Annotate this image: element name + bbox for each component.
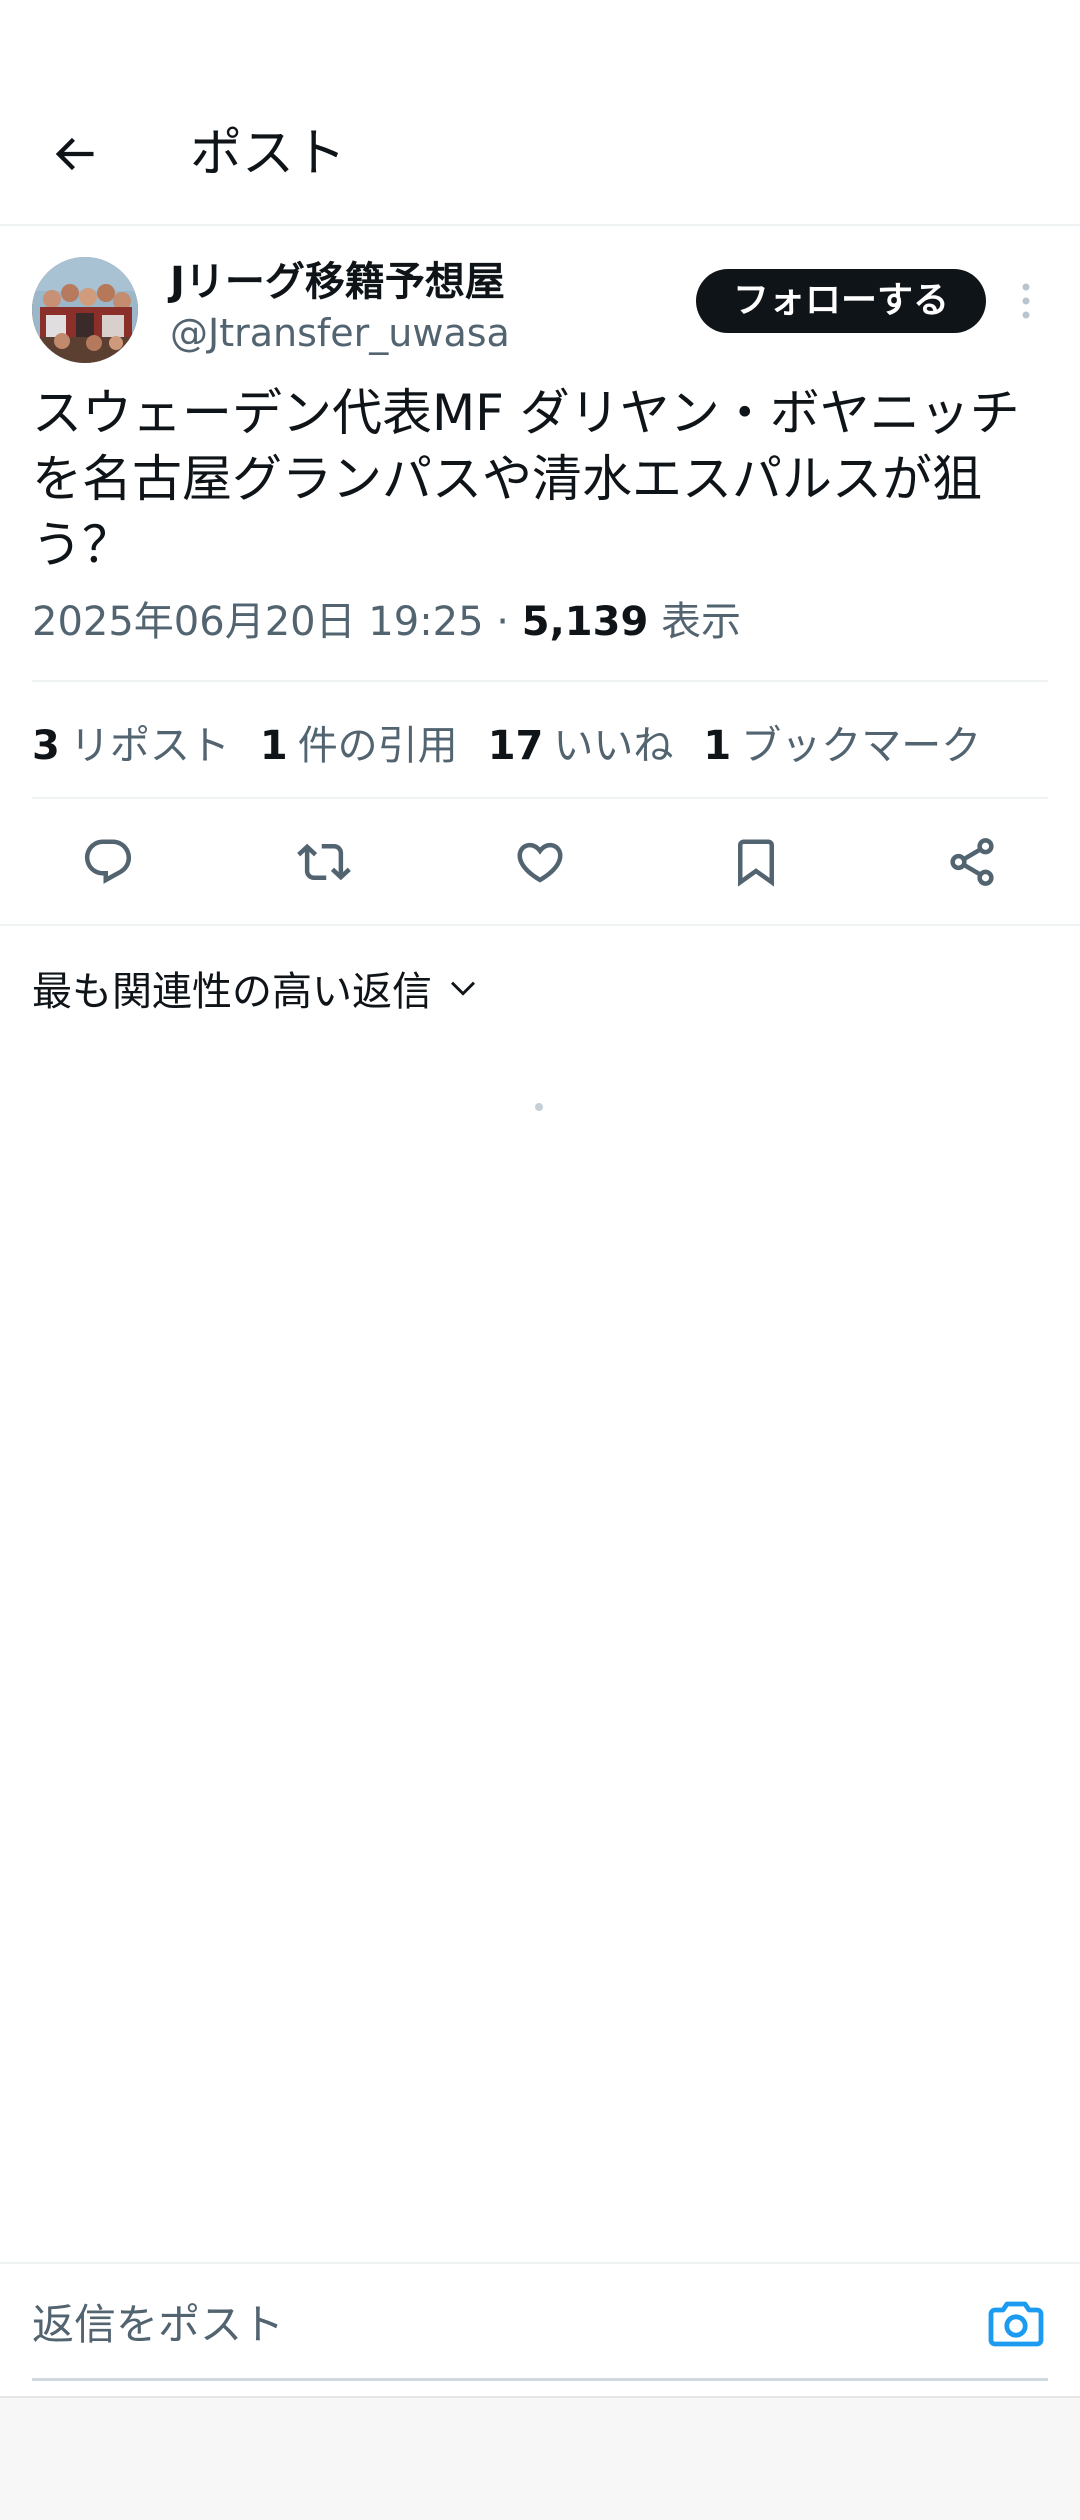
page-title: ポスト	[190, 124, 347, 184]
avatar-image	[32, 257, 138, 363]
camera-button[interactable]	[984, 2294, 1048, 2354]
divider	[0, 924, 1080, 926]
top-app-bar: ポスト	[0, 0, 1080, 226]
post-timestamp[interactable]: 2025年06月20日 19:25	[32, 599, 484, 645]
more-options-button[interactable]	[1006, 280, 1046, 322]
replies-sort-dropdown[interactable]: 最も関連性の高い返信	[32, 958, 480, 1018]
stat-likes[interactable]: 17 いいね	[488, 713, 674, 771]
system-navigation-bar	[0, 2396, 1080, 2520]
reply-button[interactable]	[78, 832, 138, 892]
follow-button[interactable]: フォローする	[696, 269, 986, 333]
repost-icon	[297, 843, 351, 881]
share-icon	[950, 838, 994, 886]
composer-underline	[32, 2378, 1048, 2381]
reply-input[interactable]	[32, 2292, 952, 2356]
loading-indicator	[535, 1103, 543, 1111]
post-detail-screen: ポスト Jリーグ移籍予想屋 @Jtransfer_uwasa フォローする スウ…	[0, 0, 1080, 2520]
reply-icon	[84, 839, 132, 884]
meta-separator: ·	[483, 599, 522, 645]
bookmark-icon	[738, 839, 774, 887]
post-text: スウェーデン代表MF ダリヤン・ボヤニッチを名古屋グランパスや清水エスパルスが狙…	[32, 384, 1020, 574]
divider	[32, 797, 1048, 799]
post-meta: 2025年06月20日 19:25 · 5,139 表示	[32, 592, 741, 652]
divider	[32, 680, 1048, 682]
more-vertical-icon	[1022, 283, 1030, 319]
stat-reposts[interactable]: 3 リポスト	[32, 713, 230, 771]
chevron-down-icon	[451, 981, 475, 996]
replies-sort-label: 最も関連性の高い返信	[32, 969, 432, 1015]
engagement-stats: 3 リポスト 1 件の引用 17 いいね 1 ブックマーク	[32, 712, 981, 772]
author-handle[interactable]: @Jtransfer_uwasa	[170, 306, 510, 360]
camera-icon	[988, 2301, 1044, 2347]
share-button[interactable]	[942, 832, 1002, 892]
arrow-left-icon	[55, 137, 94, 171]
author-avatar[interactable]	[32, 257, 138, 363]
author-display-name[interactable]: Jリーグ移籍予想屋	[170, 254, 505, 310]
repost-button[interactable]	[294, 832, 354, 892]
like-icon	[517, 842, 563, 883]
stat-bookmarks[interactable]: 1 ブックマーク	[703, 713, 981, 771]
views-count: 5,139	[521, 599, 649, 645]
back-button[interactable]	[36, 116, 112, 192]
post-action-bar	[0, 800, 1080, 924]
reply-composer	[0, 2262, 1080, 2398]
like-button[interactable]	[510, 832, 570, 892]
stat-quotes[interactable]: 1 件の引用	[260, 713, 458, 771]
views-label: 表示	[661, 599, 741, 645]
bookmark-button[interactable]	[726, 832, 786, 892]
